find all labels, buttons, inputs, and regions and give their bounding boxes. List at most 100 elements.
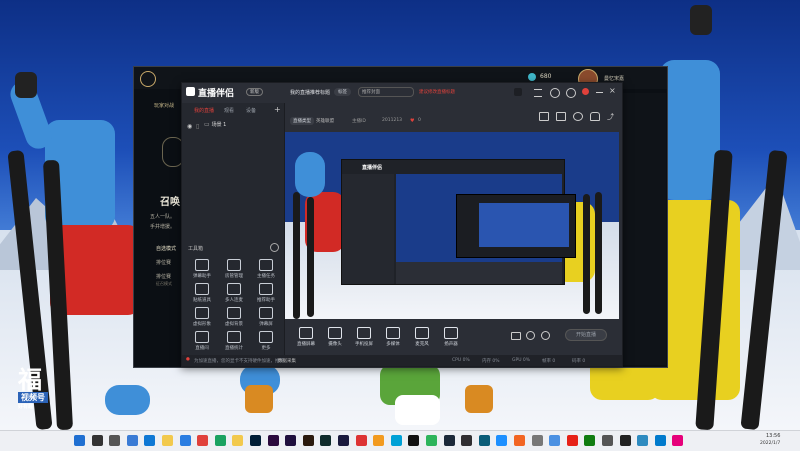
tray-date[interactable]: 2022/1/7 [760,441,780,446]
source-label: 扬声器 [444,342,458,347]
record-icon[interactable] [582,88,589,95]
aftereffects-icon[interactable] [285,435,297,446]
settings-icon[interactable] [531,435,543,446]
toolbox-more-icon[interactable] [270,243,279,252]
source-media[interactable]: 多媒体 [378,327,408,347]
gear-icon[interactable] [541,331,550,340]
vscode-icon[interactable] [654,435,666,446]
shop-icon[interactable] [556,112,566,121]
widgets-icon[interactable] [126,435,138,446]
scene-name: 场景 1 [211,122,227,128]
taskview-icon[interactable] [109,435,121,446]
tray-time[interactable]: 13:56 [766,433,780,439]
camera-toggle-icon[interactable] [511,332,521,340]
app-version-badge[interactable]: 新版 [246,88,263,96]
cover-input[interactable]: 推荐封面 [358,87,414,97]
douyu-icon[interactable] [514,435,525,446]
source-phone[interactable]: 手机投屏 [349,327,379,347]
settings-icon[interactable] [566,88,576,98]
music-icon[interactable] [672,435,684,446]
app-titlebar: 直播伴侣 新版 我的直播推荐标题 标签 推荐封面 建议修改直播标题 × [182,83,622,103]
skin-icon[interactable] [550,88,560,98]
eye-icon[interactable]: ◉ [187,123,192,130]
audition-icon[interactable] [320,435,332,446]
source-label: 手机投屏 [355,342,373,347]
tool-recommend[interactable]: 推荐助手 [252,283,280,303]
bilibili-icon[interactable] [390,435,402,446]
tool-sticker[interactable]: 贴纸道具 [188,283,216,303]
mic-icon [415,327,429,339]
tab-my-live[interactable]: 我的直播 [194,107,214,114]
qq-icon[interactable] [214,435,226,446]
close-icon[interactable]: × [609,86,616,95]
share-icon[interactable]: ⤴ [607,112,614,122]
tool-room[interactable]: 直播间 [188,331,216,351]
preview-canvas[interactable]: 直播伴侣 [285,132,619,319]
xbox-icon[interactable] [584,435,596,446]
youtube-icon[interactable] [566,435,578,446]
calculator-icon[interactable] [602,435,613,446]
lol-logo-icon[interactable] [140,71,156,87]
start-live-button[interactable]: 开始直播 [565,329,607,341]
huya-icon[interactable] [373,435,385,446]
lol-play-label[interactable]: 玩家对战 [154,102,174,109]
search-icon[interactable] [91,435,103,446]
store-icon[interactable] [179,435,191,446]
tool-task[interactable]: 主播任务 [252,259,280,279]
tool-danmaku[interactable]: 弹幕助手 [188,259,216,279]
phone-icon [357,327,371,339]
chrome-icon[interactable] [197,435,209,446]
lol-icon[interactable] [478,435,490,446]
lol-option-draft[interactable]: 自选模式 [156,245,176,252]
obs-icon[interactable] [461,435,473,446]
lock-icon[interactable]: ▯ [196,123,199,130]
scene-item[interactable]: ▭ 场景 1 [204,121,274,131]
photoshop-icon[interactable] [250,435,261,446]
netease-icon[interactable] [355,435,367,446]
tab-watch[interactable]: 观看 [224,107,234,114]
source-screen-share[interactable]: 直播屏幕 [291,327,321,347]
source-speaker[interactable]: 扬声器 [436,327,466,347]
explorer-icon[interactable] [162,435,173,446]
cmd-icon[interactable] [619,435,631,446]
app-logo-text: 直播伴侣 [198,89,235,99]
menu-icon[interactable] [534,89,542,97]
fans-icon[interactable] [573,112,583,121]
sidebar: 我的直播 观看 设备 + ◉ ▯ ▭ 场景 1 工具箱 弹幕助手 房管管理 主播任务… [182,103,285,366]
paint-icon[interactable] [637,435,649,446]
wechat-icon[interactable] [426,435,437,446]
minimize-icon[interactable] [596,92,603,93]
start-icon[interactable] [74,435,85,446]
lol-option-ranked[interactable]: 排位赛 [156,259,171,266]
illustrator-icon[interactable] [302,435,314,446]
add-scene-icon[interactable]: + [274,105,281,114]
source-mic[interactable]: 麦克风 [407,327,437,347]
tool-avatar[interactable]: 虚拟形象 [188,307,216,327]
source-camera[interactable]: 摄像头 [320,327,350,347]
tab-devices[interactable]: 设备 [246,107,256,114]
steam-icon[interactable] [443,435,455,446]
tool-multi-mic[interactable]: 多人连麦 [220,283,248,303]
lol-option-ranked-2[interactable]: 排位赛 [156,273,171,280]
bell-icon[interactable] [590,112,600,121]
app-icon[interactable] [549,435,561,446]
tool-label: 房管管理 [225,274,243,279]
tool-admin[interactable]: 房管管理 [220,259,248,279]
stream-tag[interactable]: 标签 [334,88,351,96]
edge-icon[interactable] [144,435,156,446]
status-link[interactable]: 数据采集 [278,358,296,364]
tool-bg[interactable]: 虚拟背景 [220,307,248,327]
folder-icon[interactable] [232,435,244,446]
stream-title[interactable]: 我的直播推荐标题 [290,89,330,96]
mediaencoder-icon[interactable] [338,435,349,446]
douyin-icon[interactable] [408,435,420,446]
record-toggle-icon[interactable] [526,331,535,340]
tool-screen[interactable]: 弹幕屏 [252,307,280,327]
tool-label: 虚拟背景 [225,322,243,327]
gift-icon[interactable] [539,112,549,121]
tool-more[interactable]: 更多 [252,331,280,351]
premiere-icon[interactable] [267,435,279,446]
tencent-icon[interactable] [496,435,508,446]
category-value[interactable]: 英雄联盟 [316,118,334,124]
tool-stats[interactable]: 直播统计 [220,331,248,351]
